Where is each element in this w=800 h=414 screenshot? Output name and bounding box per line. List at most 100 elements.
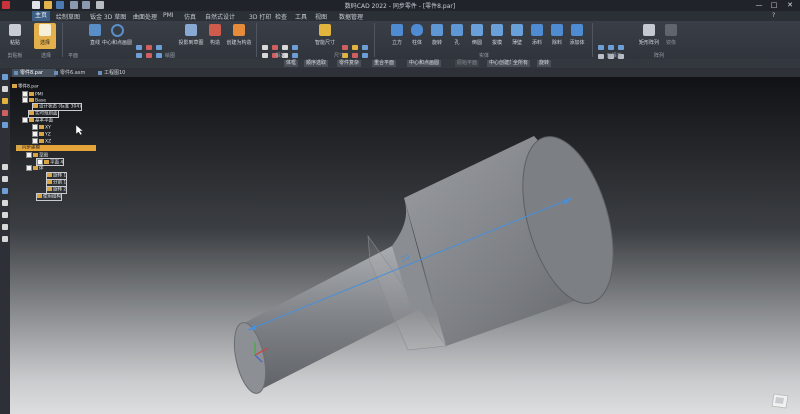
visibility-checkbox[interactable] bbox=[26, 152, 32, 158]
brand-watermark-icon bbox=[771, 393, 789, 409]
menu-surface[interactable]: 曲面处理 bbox=[133, 12, 157, 21]
selection-bar: 体框 顺序选取 零件复杂 重合平面 中心和点画圆 原始平面 中心创建范面 全所有… bbox=[0, 59, 800, 68]
face-offset-icon[interactable] bbox=[608, 45, 614, 50]
menu-pmi[interactable]: PMI bbox=[163, 12, 174, 19]
layers-icon[interactable] bbox=[2, 86, 8, 92]
visibility-checkbox[interactable] bbox=[22, 117, 28, 123]
sel-rotate[interactable]: 旋转 bbox=[537, 60, 552, 67]
menu-data[interactable]: 数据管理 bbox=[339, 12, 363, 21]
tree-node-used-structure[interactable]: 使用结构 bbox=[36, 193, 62, 201]
visibility-checkbox[interactable] bbox=[32, 131, 38, 137]
sel-all[interactable]: 全所有 bbox=[511, 60, 531, 67]
search-icon[interactable] bbox=[2, 176, 8, 182]
menu-sheetmetal[interactable]: 钣金 3D 草图 bbox=[90, 12, 126, 21]
revolve-icon bbox=[47, 173, 52, 177]
project-button[interactable]: 投影到草图 bbox=[178, 23, 204, 49]
add-body-button[interactable]: 添加体 bbox=[566, 23, 588, 49]
tree-node-base-planes[interactable]: 基本平面 bbox=[22, 117, 53, 124]
sel-sequential[interactable]: 顺序选取 bbox=[304, 60, 329, 67]
construct-button[interactable]: 构造 bbox=[204, 23, 226, 49]
tree-node-xz[interactable]: XZ bbox=[32, 138, 51, 145]
group-select: 选择 bbox=[40, 53, 51, 59]
menu-sketch[interactable]: 绘制草图 bbox=[56, 12, 80, 21]
visibility-checkbox[interactable] bbox=[32, 138, 38, 144]
mirror2d-icon[interactable] bbox=[156, 45, 162, 50]
restore-button[interactable]: □ bbox=[767, 0, 781, 10]
help-icon[interactable]: ? bbox=[772, 12, 775, 19]
sel-center-circle[interactable]: 中心和点画圆 bbox=[407, 60, 442, 67]
part-model[interactable]: 20 bbox=[10, 77, 800, 414]
close-button[interactable]: ✕ bbox=[783, 0, 797, 10]
drawing-file-icon bbox=[98, 71, 102, 75]
group-pattern: 阵列 bbox=[653, 53, 664, 59]
document-icon[interactable] bbox=[2, 200, 8, 206]
sensor-icon[interactable] bbox=[2, 164, 8, 170]
library-icon[interactable] bbox=[2, 188, 8, 194]
family-icon[interactable] bbox=[2, 122, 8, 128]
minimize-button[interactable]: — bbox=[752, 0, 766, 10]
pathfinder-icon[interactable] bbox=[2, 74, 8, 80]
face-move-icon[interactable] bbox=[598, 45, 604, 50]
hole-icon bbox=[451, 24, 463, 36]
menu-home[interactable]: 主页 bbox=[32, 11, 51, 21]
smart-dimension-button[interactable]: 智能尺寸 bbox=[314, 23, 336, 49]
menu-bar: 主页 绘制草图 钣金 3D 草图 曲面处理 PMI 仿真 自然式设计 3D 打印… bbox=[0, 11, 800, 21]
tab-asm6[interactable]: 零件6.asm bbox=[52, 69, 98, 77]
tree-node-root[interactable]: 零件8.par bbox=[12, 84, 39, 90]
menu-simulation[interactable]: 仿真 bbox=[184, 12, 196, 21]
line-icon bbox=[89, 24, 101, 36]
make-construction-button[interactable]: 创建为构造 bbox=[226, 23, 252, 49]
split-icon bbox=[47, 180, 52, 184]
arc-icon[interactable] bbox=[136, 45, 142, 50]
plane-icon bbox=[39, 125, 44, 129]
sel-coplanar[interactable]: 重合平面 bbox=[372, 60, 397, 67]
menu-inspect[interactable]: 检查 bbox=[275, 12, 287, 21]
group-dimension: 尺寸 bbox=[333, 53, 344, 59]
sketch-folder-icon bbox=[33, 153, 38, 157]
features-icon[interactable] bbox=[2, 110, 8, 116]
separator bbox=[592, 23, 593, 57]
coord-dim-icon[interactable] bbox=[352, 45, 358, 50]
relate-horizontal-icon[interactable] bbox=[262, 45, 268, 50]
pencil-icon[interactable] bbox=[2, 98, 8, 104]
tree-node-yz[interactable]: YZ bbox=[32, 131, 51, 138]
menu-3dprint[interactable]: 3D 打印 bbox=[249, 12, 271, 21]
properties-icon[interactable] bbox=[2, 212, 8, 218]
fillet-icon[interactable] bbox=[146, 45, 152, 50]
visibility-checkbox[interactable] bbox=[26, 165, 32, 171]
tree-node-synchronous[interactable]: 同步建模 bbox=[16, 145, 96, 151]
circle-button[interactable]: 中心和点画圆 bbox=[102, 23, 132, 49]
menu-tools[interactable]: 工具 bbox=[295, 12, 307, 21]
part-icon bbox=[12, 84, 17, 88]
tab-part8[interactable]: 零件8.par bbox=[12, 69, 56, 77]
sel-box[interactable]: 体框 bbox=[284, 60, 299, 67]
settings-icon[interactable] bbox=[2, 236, 8, 242]
remove-material-icon bbox=[551, 24, 563, 36]
paste-button[interactable]: 粘贴 bbox=[4, 23, 26, 49]
sel-part-complex[interactable]: 零件复杂 bbox=[337, 60, 362, 67]
visibility-checkbox[interactable] bbox=[22, 97, 28, 103]
tab-draft10[interactable]: 工程图10 bbox=[96, 69, 142, 77]
add-body-icon bbox=[571, 24, 583, 36]
sel-original-plane[interactable]: 原始平面 bbox=[455, 60, 480, 67]
relate-collinear-icon[interactable] bbox=[292, 45, 298, 50]
visibility-checkbox[interactable] bbox=[32, 124, 38, 130]
tree-node-bodies[interactable]: 体 bbox=[26, 165, 44, 172]
group-clipboard: 剪贴板 bbox=[7, 53, 23, 59]
relate-lock-icon[interactable] bbox=[282, 45, 288, 50]
mirror-button[interactable]: 镜像 bbox=[660, 23, 682, 49]
menu-generative[interactable]: 自然式设计 bbox=[205, 12, 235, 21]
tree-node-xy[interactable]: XY bbox=[32, 124, 51, 131]
pmi-icon bbox=[29, 92, 34, 96]
plane-icon bbox=[39, 139, 44, 143]
menu-view[interactable]: 视图 bbox=[315, 12, 327, 21]
select-button[interactable]: 选择 bbox=[34, 23, 56, 49]
face-rotate-icon[interactable] bbox=[618, 45, 624, 50]
relate-parallel-icon[interactable] bbox=[272, 45, 278, 50]
material-icon bbox=[33, 104, 38, 108]
material-icon[interactable] bbox=[2, 224, 8, 230]
angle-dim-icon[interactable] bbox=[342, 45, 348, 50]
graphics-viewport[interactable]: 20 零件8.par PMI Base 设计状态 (标准 304) 实时规则面 … bbox=[10, 77, 800, 414]
hole-dim-icon[interactable] bbox=[362, 45, 368, 50]
dimension-icon bbox=[319, 24, 331, 36]
